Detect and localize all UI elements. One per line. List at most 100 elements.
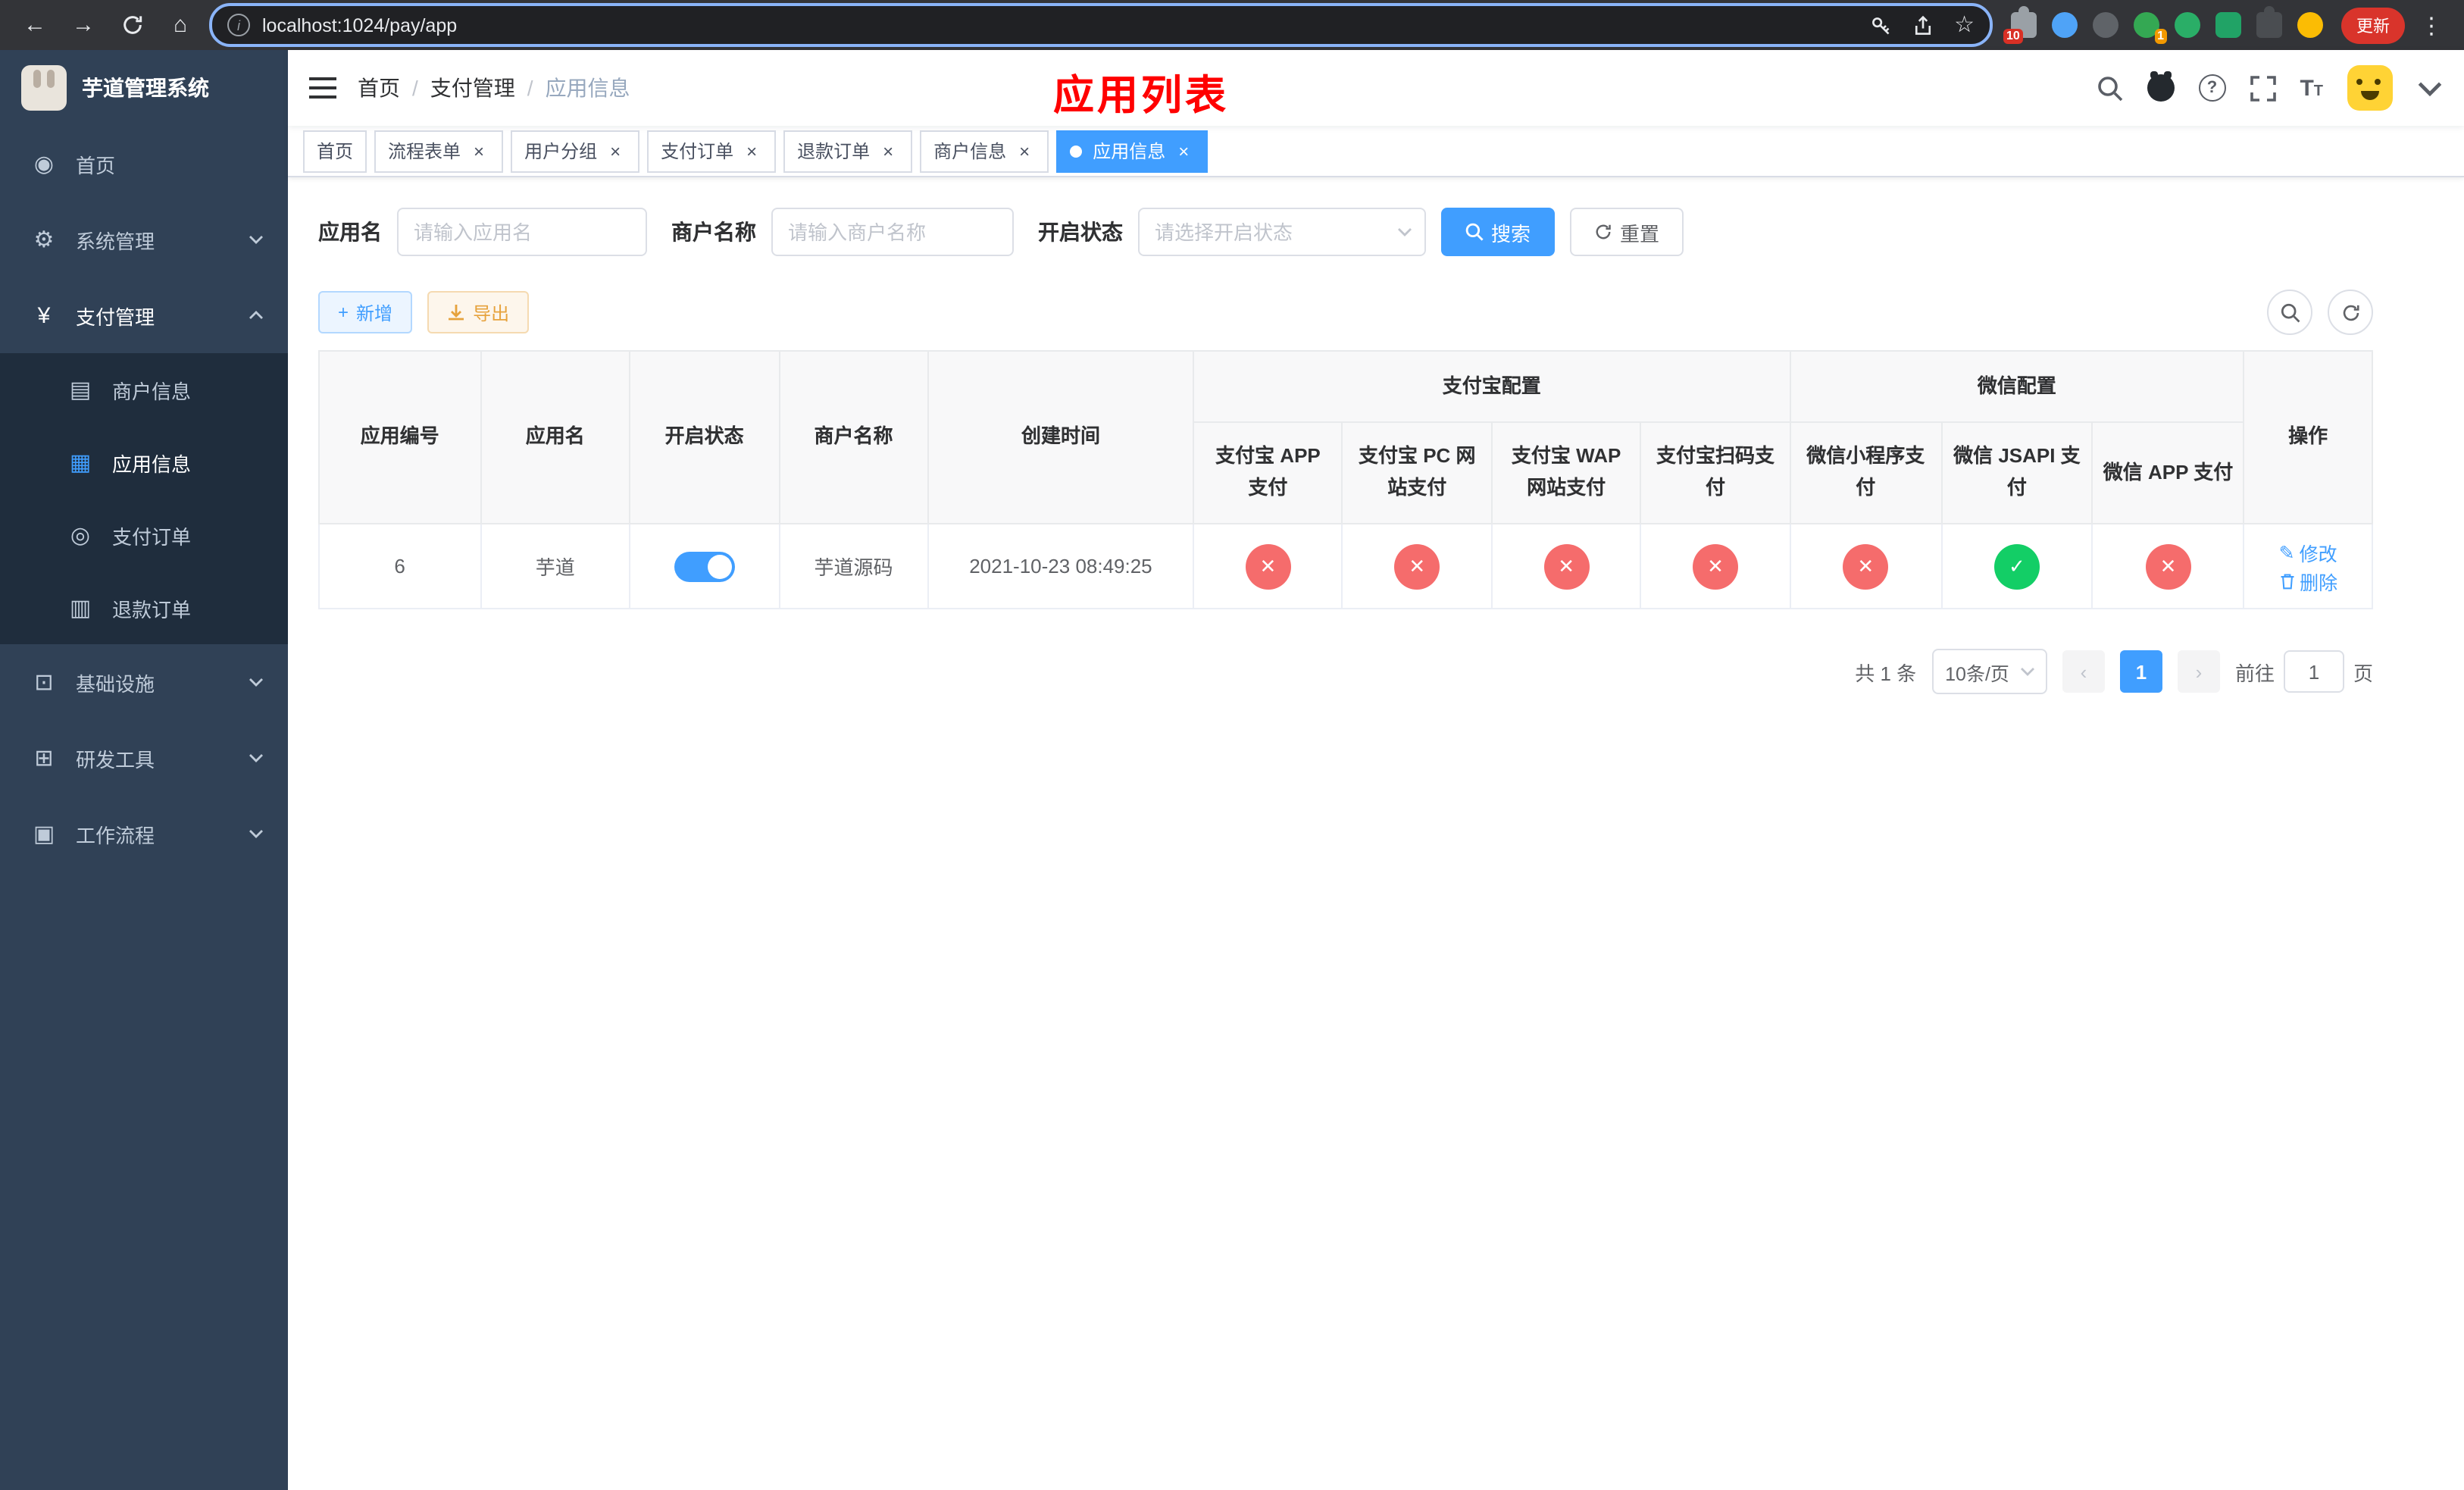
close-icon[interactable]: × <box>468 140 489 161</box>
sidebar: 芋道管理系统 ◉ 首页 ⚙ 系统管理 ¥ 支付管理 ▤ 商户信息 ▦ 应用信息 … <box>0 50 288 1490</box>
sidebar-item-pay-orders[interactable]: ◎ 支付订单 <box>0 499 288 571</box>
table-row: 6 芋道 芋道源码 2021-10-23 08:49:25 ✕ ✕ ✕ ✕ ✕ <box>318 523 2373 609</box>
extension-green-square-icon[interactable] <box>2215 12 2241 38</box>
password-key-icon[interactable] <box>1869 14 1890 36</box>
status-check-icon: ✓ <box>1993 543 2040 589</box>
fullscreen-icon[interactable] <box>2250 75 2276 101</box>
browser-toolbar: ← → ⌂ i localhost:1024/pay/app ☆ 10 1 更新… <box>0 0 2464 50</box>
col-header-alipay-app: 支付宝 APP 支付 <box>1192 421 1343 524</box>
edit-link[interactable]: ✎ 修改 <box>2279 537 2337 566</box>
page-1-button[interactable]: 1 <box>2119 650 2162 693</box>
close-icon[interactable]: × <box>741 140 762 161</box>
workflow-icon: ▣ <box>33 822 55 847</box>
tab-home[interactable]: 首页 <box>303 130 367 172</box>
enabled-toggle[interactable] <box>674 551 735 581</box>
sidebar-logo: 芋道管理系统 <box>0 50 288 126</box>
sidebar-item-app-info[interactable]: ▦ 应用信息 <box>0 426 288 499</box>
pagination-total: 共 1 条 <box>1855 662 1917 684</box>
extensions-puzzle-icon[interactable]: 10 <box>2003 6 2037 44</box>
status-select[interactable] <box>1138 208 1426 256</box>
page-content: 应用名 商户名称 开启状态 搜索 重置 <box>288 177 2464 1490</box>
status-select-input[interactable] <box>1138 208 1426 256</box>
search-button[interactable]: 搜索 <box>1441 208 1556 256</box>
sidebar-item-merchant-info[interactable]: ▤ 商户信息 <box>0 353 288 426</box>
github-icon[interactable] <box>2147 71 2175 102</box>
prev-page-button[interactable]: ‹ <box>2062 650 2105 693</box>
tab-merchant-info[interactable]: 商户信息 × <box>920 130 1049 172</box>
merchant-name-input[interactable] <box>771 208 1014 256</box>
pencil-icon: ✎ <box>2278 542 2295 563</box>
browser-refresh-icon[interactable] <box>112 5 152 45</box>
refresh-icon <box>2342 304 2359 321</box>
sidebar-item-dev-tools[interactable]: ⊞ 研发工具 <box>0 720 288 796</box>
browser-home-icon[interactable]: ⌂ <box>161 5 200 45</box>
status-cross-icon: ✕ <box>1543 543 1590 589</box>
share-icon[interactable] <box>1912 14 1933 36</box>
sidebar-item-system[interactable]: ⚙ 系统管理 <box>0 202 288 277</box>
app-grid-icon: ▦ <box>69 450 92 476</box>
add-button[interactable]: + 新增 <box>318 291 413 333</box>
close-icon[interactable]: × <box>877 140 899 161</box>
sidebar-item-workflow[interactable]: ▣ 工作流程 <box>0 796 288 872</box>
search-icon[interactable] <box>2097 75 2122 101</box>
extension-green-avatar-icon[interactable]: 1 <box>2134 12 2167 44</box>
chevron-up-icon <box>249 311 263 319</box>
avatar-caret-icon[interactable] <box>2417 75 2443 101</box>
export-button[interactable]: 导出 <box>427 291 530 333</box>
sidebar-collapse-icon[interactable] <box>309 76 336 100</box>
toggle-search-button[interactable] <box>2267 290 2312 335</box>
browser-back-icon[interactable]: ← <box>15 5 55 45</box>
merchant-name-label: 商户名称 <box>671 220 756 244</box>
next-page-button[interactable]: › <box>2177 650 2220 693</box>
sidebar-item-refund-orders[interactable]: ▥ 退款订单 <box>0 571 288 644</box>
tab-app-info[interactable]: 应用信息 × <box>1056 130 1209 172</box>
cell-app-name: 芋道 <box>480 523 631 609</box>
col-header-merchant: 商户名称 <box>778 350 929 524</box>
sidebar-item-home[interactable]: ◉ 首页 <box>0 126 288 202</box>
logo-title: 芋道管理系统 <box>82 76 209 100</box>
refresh-icon <box>1596 224 1611 239</box>
download-icon <box>449 305 464 321</box>
sidebar-item-payment[interactable]: ¥ 支付管理 <box>0 277 288 353</box>
site-info-icon[interactable]: i <box>227 14 250 36</box>
tab-refund-orders[interactable]: 退款订单 × <box>783 130 913 172</box>
table-tools <box>2267 290 2373 335</box>
close-icon[interactable]: × <box>1173 140 1194 161</box>
browser-menu-icon[interactable]: ⋮ <box>2414 11 2449 39</box>
extension-blue-icon[interactable] <box>2052 12 2078 38</box>
url-text[interactable]: localhost:1024/pay/app <box>262 14 1857 36</box>
reset-button[interactable]: 重置 <box>1570 208 1684 256</box>
breadcrumb-payment[interactable]: 支付管理 <box>430 73 515 103</box>
payment-submenu: ▤ 商户信息 ▦ 应用信息 ◎ 支付订单 ▥ 退款订单 <box>0 353 288 644</box>
extension-emoji-face-icon[interactable] <box>2297 12 2323 38</box>
chevron-down-icon <box>249 830 263 838</box>
infrastructure-icon: ⊡ <box>34 670 54 696</box>
status-label: 开启状态 <box>1038 220 1123 244</box>
tab-process-form[interactable]: 流程表单 × <box>374 130 504 172</box>
tab-pay-orders[interactable]: 支付订单 × <box>647 130 777 172</box>
tab-user-group[interactable]: 用户分组 × <box>511 130 640 172</box>
avatar[interactable] <box>2347 65 2393 111</box>
browser-update-button[interactable]: 更新 <box>2341 7 2405 43</box>
page-size-select[interactable]: 10条/页 <box>1931 649 2047 694</box>
font-size-icon[interactable]: TT <box>2300 75 2323 101</box>
delete-link[interactable]: 删除 <box>2278 566 2337 595</box>
breadcrumb-home[interactable]: 首页 <box>358 73 400 103</box>
cell-app-id: 6 <box>318 523 482 609</box>
extension-wechat-devtools-icon[interactable] <box>2175 12 2200 38</box>
extension-dark-sphere-icon[interactable] <box>2093 12 2118 38</box>
chevron-down-icon <box>249 236 263 244</box>
sidebar-item-infrastructure[interactable]: ⊡ 基础设施 <box>0 644 288 720</box>
help-icon[interactable]: ? <box>2198 74 2226 102</box>
refresh-table-button[interactable] <box>2328 290 2373 335</box>
goto-page-input[interactable] <box>2283 650 2344 693</box>
close-icon[interactable]: × <box>605 140 626 161</box>
bookmark-star-icon[interactable]: ☆ <box>1954 14 1975 36</box>
browser-forward-icon[interactable]: → <box>64 5 103 45</box>
close-icon[interactable]: × <box>1014 140 1035 161</box>
extension-dark-puzzle-icon[interactable] <box>2256 6 2282 38</box>
address-bar[interactable]: i localhost:1024/pay/app ☆ <box>209 3 1993 47</box>
chevron-down-icon <box>249 678 263 687</box>
app-name-input[interactable] <box>397 208 647 256</box>
status-cross-icon: ✕ <box>1394 543 1440 589</box>
